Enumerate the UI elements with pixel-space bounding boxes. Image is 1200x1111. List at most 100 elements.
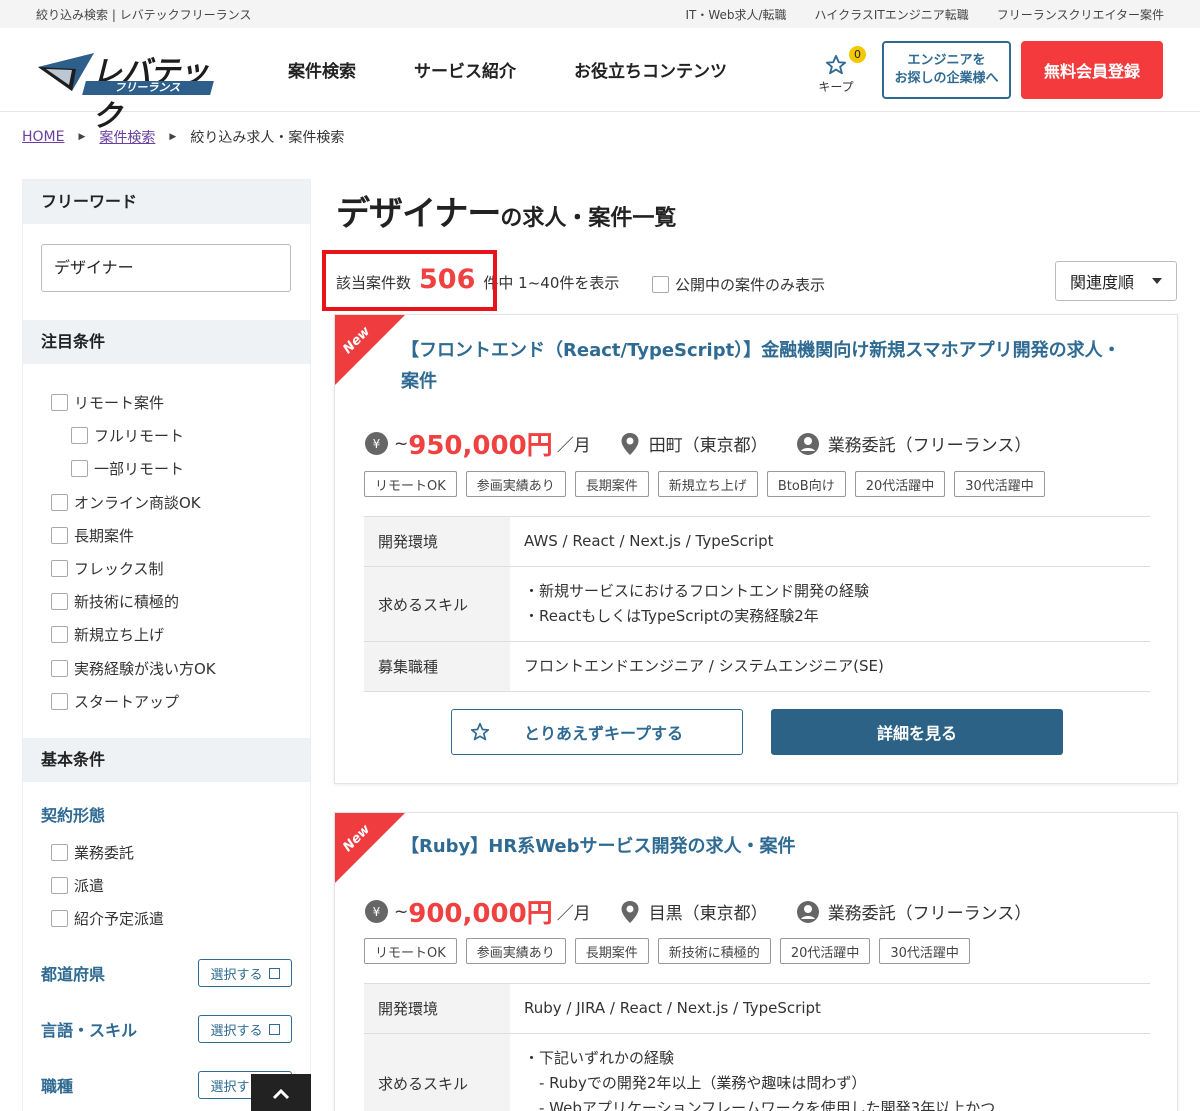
public-only-label: 公開中の案件のみ表示 <box>675 276 826 294</box>
site-tagline: 絞り込み検索 | レバテックフリーランス <box>36 7 252 22</box>
job-title-link[interactable]: 【Ruby】HR系Webサービス開発の求人・案件 <box>401 831 1121 862</box>
nav-services[interactable]: サービス紹介 <box>414 57 516 82</box>
prefecture-select-button[interactable]: 選択する <box>198 959 292 988</box>
featured-heading: 注目条件 <box>23 320 310 364</box>
top-link-it-web[interactable]: IT・Web求人/転職 <box>685 6 786 23</box>
yen-icon: ¥ <box>365 432 388 455</box>
location-pin-icon <box>621 432 639 455</box>
check-label: 実務経験が浅い方OK <box>74 659 216 678</box>
person-icon <box>796 432 819 455</box>
site-header: レバテック フリーランス 案件検索 サービス紹介 お役立ちコンテンツ 0 キープ… <box>0 28 1200 134</box>
free-register-button[interactable]: 無料会員登録 <box>1021 41 1163 99</box>
page-top-button[interactable] <box>251 1074 311 1111</box>
nav-job-search[interactable]: 案件検索 <box>288 57 356 82</box>
check-startup[interactable]: スタートアップ <box>51 685 310 718</box>
spec-value: AWS / React / Next.js / TypeScript <box>524 532 774 550</box>
tag: 新規立ち上げ <box>657 471 758 497</box>
for-companies-button[interactable]: エンジニアを お探しの企業様へ <box>882 41 1011 99</box>
main-nav: 案件検索 サービス紹介 お役立ちコンテンツ <box>288 57 727 82</box>
check-full-remote[interactable]: フルリモート <box>51 419 310 452</box>
breadcrumb-search[interactable]: 案件検索 <box>99 127 155 147</box>
salary-amount: 900,000円 <box>408 899 553 929</box>
check-contract-temp-to-hire[interactable]: 紹介予定派遣 <box>51 902 310 935</box>
count-suffix: 件中 1~40件を表示 <box>483 274 620 292</box>
top-links: IT・Web求人/転職 ハイクラスITエンジニア転職 フリーランスクリエイター案… <box>685 6 1164 23</box>
checkbox[interactable] <box>51 877 68 895</box>
job-card: New 【Ruby】HR系Webサービス開発の求人・案件 ¥ ~ 900,000… <box>334 812 1178 1111</box>
job-contract: 業務委託（フリーランス） <box>827 436 1032 456</box>
skill-select-button[interactable]: 選択する <box>198 1015 292 1044</box>
job-contract: 業務委託（フリーランス） <box>827 904 1032 924</box>
check-online-meeting[interactable]: オンライン商談OK <box>51 486 310 519</box>
check-label: 業務委託 <box>74 843 135 862</box>
site-logo[interactable]: レバテック フリーランス <box>36 45 216 134</box>
check-contract-dispatch[interactable]: 派遣 <box>51 869 310 902</box>
checkbox[interactable] <box>51 526 68 544</box>
checkbox[interactable] <box>51 659 68 677</box>
check-label: 紹介予定派遣 <box>74 910 165 929</box>
tag: リモートOK <box>364 471 457 497</box>
nav-contents[interactable]: お役立ちコンテンツ <box>574 57 727 82</box>
star-icon <box>825 54 847 75</box>
keep-button[interactable]: 0 キープ <box>816 46 866 95</box>
logo-subtext: フリーランス <box>82 80 214 95</box>
job-card: New 【フロントエンド（React/TypeScript）】金融機関向け新規ス… <box>334 314 1178 784</box>
checkbox[interactable] <box>71 427 88 445</box>
checkbox[interactable] <box>51 843 68 861</box>
sort-select[interactable]: 関連度順 <box>1055 261 1177 301</box>
job-spec-table: 開発環境 AWS / React / Next.js / TypeScript … <box>364 516 1150 692</box>
job-title-link[interactable]: 【フロントエンド（React/TypeScript）】金融機関向け新規スマホアプ… <box>401 335 1121 397</box>
checkbox[interactable] <box>51 560 68 578</box>
view-detail-button[interactable]: 詳細を見る <box>771 709 1063 755</box>
check-flex[interactable]: フレックス制 <box>51 552 310 585</box>
checkbox[interactable] <box>51 593 68 611</box>
checkbox[interactable] <box>652 276 669 293</box>
job-type-label: 職種 <box>41 1077 74 1097</box>
freeword-input[interactable]: デザイナー <box>41 244 291 292</box>
sort-value: 関連度順 <box>1070 273 1135 292</box>
star-icon <box>470 722 490 741</box>
check-remote[interactable]: リモート案件 <box>51 386 310 419</box>
checkbox[interactable] <box>51 493 68 511</box>
checkbox[interactable] <box>51 626 68 644</box>
check-new-launch[interactable]: 新規立ち上げ <box>51 618 310 651</box>
breadcrumb-arrow-icon: ▶ <box>169 132 177 142</box>
check-label: 一部リモート <box>94 460 185 479</box>
checkbox[interactable] <box>51 692 68 710</box>
checkbox[interactable] <box>51 910 68 928</box>
external-link-icon <box>268 1023 280 1035</box>
job-location: 目黒（東京都） <box>648 904 768 924</box>
keep-count-badge: 0 <box>849 46 866 63</box>
check-partial-remote[interactable]: 一部リモート <box>51 452 310 485</box>
checkbox[interactable] <box>51 394 68 412</box>
tag: 長期案件 <box>574 938 649 964</box>
filter-sidebar: フリーワード デザイナー 注目条件 リモート案件 フルリモート 一部リモート オ… <box>22 179 311 1111</box>
breadcrumb-home[interactable]: HOME <box>22 129 64 145</box>
skill-line: ・新規サービスにおけるフロントエンド開発の経験 <box>524 582 870 600</box>
salary-prefix: ~ <box>394 901 409 922</box>
salary-prefix: ~ <box>394 433 409 454</box>
check-new-tech[interactable]: 新技術に積極的 <box>51 585 310 618</box>
spec-key: 求めるスキル <box>364 1034 510 1111</box>
job-spec-table: 開発環境 Ruby / JIRA / React / Next.js / Typ… <box>364 983 1150 1111</box>
top-link-creator[interactable]: フリーランスクリエイター案件 <box>997 6 1164 23</box>
public-only-checkbox[interactable]: 公開中の案件のみ表示 <box>652 274 825 295</box>
keep-job-button[interactable]: とりあえずキープする <box>451 709 743 755</box>
tag: 20代活躍中 <box>854 471 946 497</box>
tag: BtoB向け <box>766 471 846 497</box>
check-junior-ok[interactable]: 実務経験が浅い方OK <box>51 652 310 685</box>
spec-row-env: 開発環境 Ruby / JIRA / React / Next.js / Typ… <box>364 984 1150 1034</box>
tag: 20代活躍中 <box>779 938 871 964</box>
location-pin-icon <box>621 900 639 923</box>
title-keyword: デザイナー <box>336 194 501 234</box>
check-long-term[interactable]: 長期案件 <box>51 519 310 552</box>
skill-line: - Webアプリケーションフレームワークを使用した開発3年以上かつ <box>524 1099 996 1111</box>
skill-row: 言語・スキル 選択する <box>23 1001 310 1057</box>
freeword-heading: フリーワード <box>23 180 310 224</box>
check-label: 新規立ち上げ <box>74 626 165 645</box>
spec-key: 募集職種 <box>364 642 510 691</box>
check-contract-outsourcing[interactable]: 業務委託 <box>51 836 310 869</box>
checkbox[interactable] <box>71 460 88 478</box>
breadcrumb-arrow-icon: ▶ <box>78 132 86 142</box>
top-link-highclass[interactable]: ハイクラスITエンジニア転職 <box>815 6 969 23</box>
